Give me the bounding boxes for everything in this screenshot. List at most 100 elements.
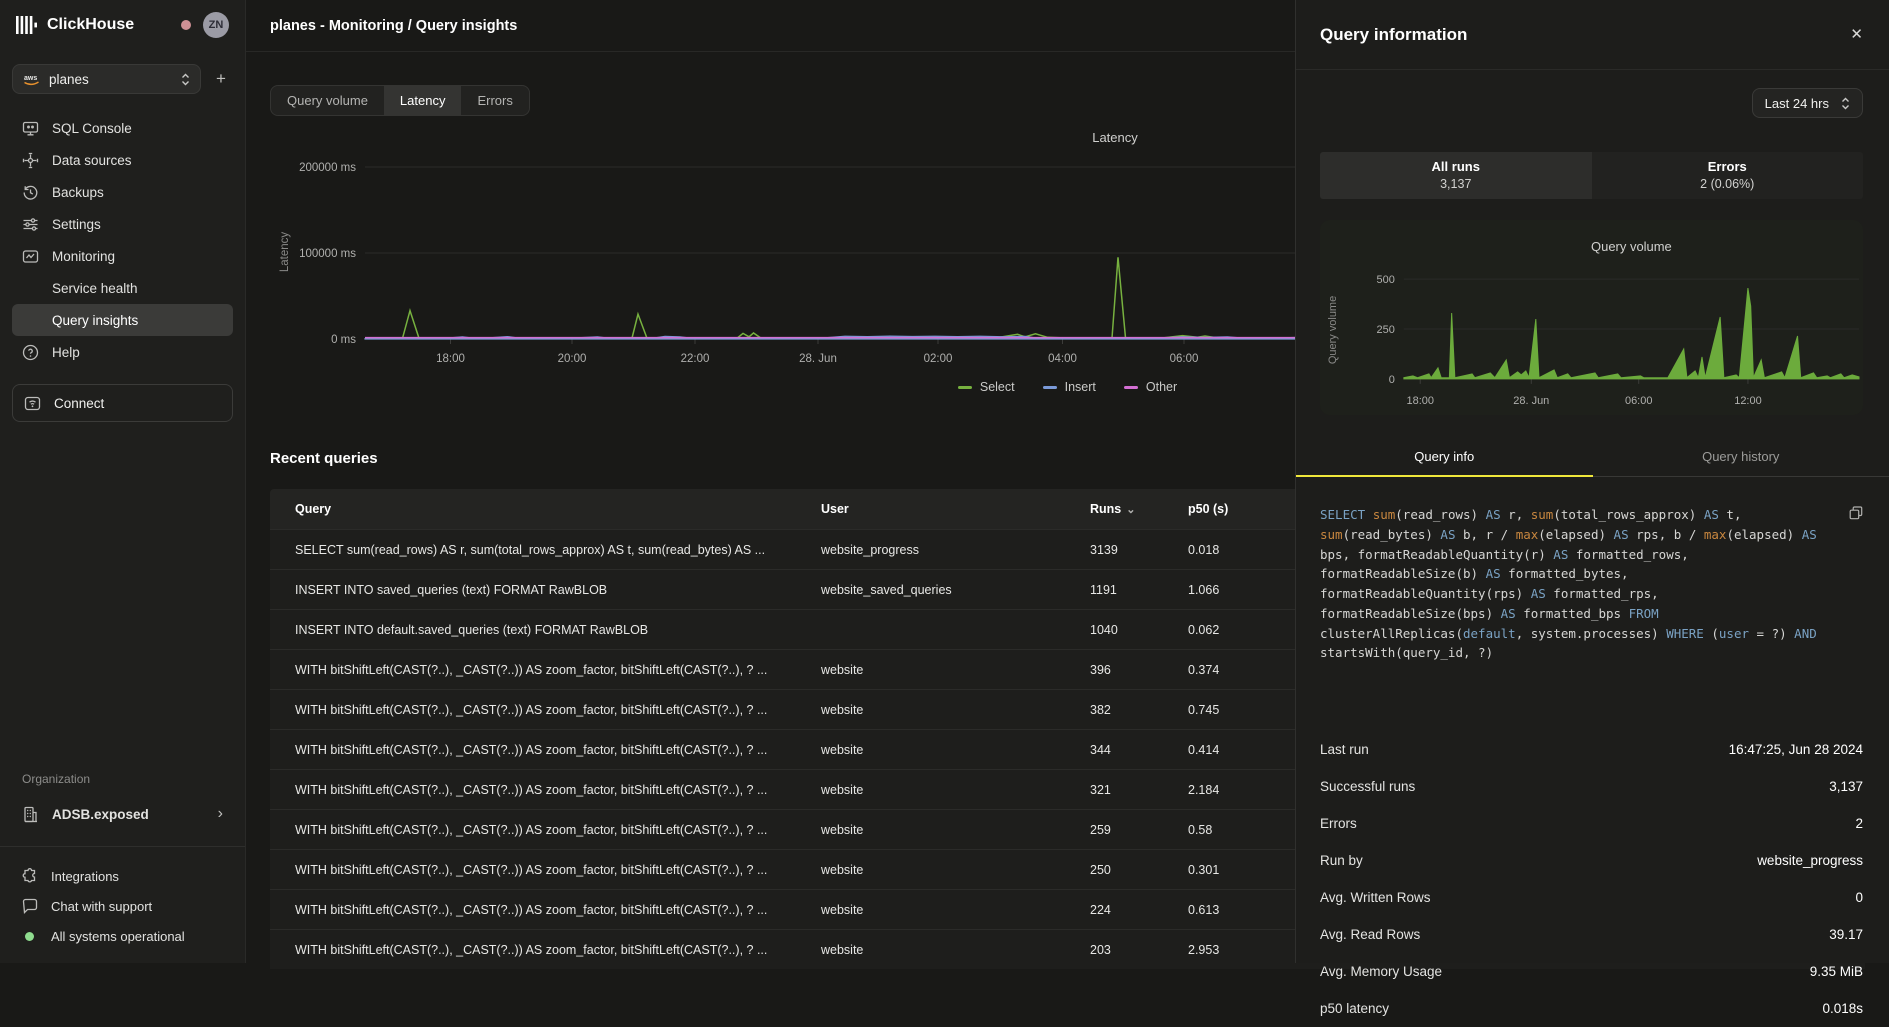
legend-item[interactable]: Select bbox=[958, 380, 1015, 394]
backups-icon bbox=[22, 184, 39, 201]
cell-runs: 396 bbox=[1065, 663, 1163, 677]
sidebar-item-settings[interactable]: Settings bbox=[12, 208, 233, 240]
cell-user: website bbox=[796, 903, 1065, 917]
organization-item[interactable]: ADSB.exposed › bbox=[12, 796, 233, 832]
close-icon[interactable]: ✕ bbox=[1850, 27, 1863, 42]
cell-runs: 203 bbox=[1065, 943, 1163, 957]
tab-query-info[interactable]: Query info bbox=[1296, 439, 1593, 476]
sidebar-item-backups[interactable]: Backups bbox=[12, 176, 233, 208]
stat-label: Avg. Read Rows bbox=[1320, 927, 1420, 942]
tab-errors[interactable]: Errors bbox=[461, 86, 528, 115]
sidebar-item-label: Data sources bbox=[52, 153, 132, 168]
stat-value: 9.35 MiB bbox=[1810, 964, 1863, 979]
stat-row: Avg. Memory Usage 9.35 MiB bbox=[1320, 953, 1863, 990]
notification-dot-icon[interactable] bbox=[181, 20, 191, 30]
stat-row: p50 latency 0.018s bbox=[1320, 990, 1863, 1027]
col-header-user[interactable]: User bbox=[796, 502, 1065, 516]
svg-text:Latency: Latency bbox=[1092, 130, 1138, 145]
tab-latency[interactable]: Latency bbox=[384, 86, 462, 115]
svg-text:28. Jun: 28. Jun bbox=[1513, 395, 1549, 407]
copy-icon[interactable] bbox=[1849, 506, 1863, 520]
sidebar-item-sql-console[interactable]: SQL Console bbox=[12, 112, 233, 144]
organization-section-label: Organization bbox=[12, 772, 233, 786]
col-header-query[interactable]: Query bbox=[270, 502, 796, 516]
col-header-runs[interactable]: Runs⌄ bbox=[1065, 502, 1163, 516]
sql-code-block: SELECT sum(read_rows) AS r, sum(total_ro… bbox=[1320, 505, 1863, 663]
cell-user: website bbox=[796, 823, 1065, 837]
service-name: planes bbox=[49, 72, 89, 87]
cell-user: website bbox=[796, 943, 1065, 957]
cell-runs: 259 bbox=[1065, 823, 1163, 837]
col-header-p50[interactable]: p50 (s) bbox=[1163, 502, 1272, 516]
cell-query: SELECT sum(read_rows) AS r, sum(total_ro… bbox=[270, 543, 796, 557]
cell-runs: 382 bbox=[1065, 703, 1163, 717]
query-information-panel: Query information ✕ Last 24 hrs All runs… bbox=[1295, 0, 1889, 963]
stat-value: 0.018s bbox=[1822, 1001, 1863, 1016]
time-range-select[interactable]: Last 24 hrs bbox=[1752, 88, 1863, 118]
stat-label: Run by bbox=[1320, 853, 1363, 868]
brand-name: ClickHouse bbox=[47, 16, 134, 34]
cell-user: website bbox=[796, 743, 1065, 757]
svg-text:28. Jun: 28. Jun bbox=[799, 353, 837, 365]
cell-user: website_saved_queries bbox=[796, 583, 1065, 597]
cell-runs: 224 bbox=[1065, 903, 1163, 917]
stat-label: Successful runs bbox=[1320, 779, 1415, 794]
legend-item[interactable]: Insert bbox=[1043, 380, 1096, 394]
stat-label: Last run bbox=[1320, 742, 1369, 757]
svg-text:22:00: 22:00 bbox=[681, 353, 710, 365]
sort-desc-icon: ⌄ bbox=[1126, 504, 1135, 516]
add-service-button[interactable]: + bbox=[209, 69, 233, 89]
service-row: aws planes + bbox=[12, 64, 233, 94]
svg-text:250: 250 bbox=[1377, 324, 1395, 336]
legend-label: Select bbox=[980, 380, 1015, 394]
clickhouse-logo-icon bbox=[16, 16, 38, 34]
avatar[interactable]: ZN bbox=[203, 12, 229, 38]
cell-p50: 2.184 bbox=[1163, 783, 1272, 797]
time-range-value: Last 24 hrs bbox=[1765, 96, 1829, 111]
cell-query: WITH bitShiftLeft(CAST(?..), _CAST(?..))… bbox=[270, 663, 796, 677]
sql-console-icon bbox=[22, 120, 39, 137]
legend-label: Insert bbox=[1065, 380, 1096, 394]
svg-text:0: 0 bbox=[1389, 374, 1395, 386]
sidebar-item-help[interactable]: Help bbox=[12, 336, 233, 368]
organization-name: ADSB.exposed bbox=[52, 807, 149, 822]
svg-text:Query volume: Query volume bbox=[1591, 239, 1672, 254]
tab-query-volume[interactable]: Query volume bbox=[271, 86, 384, 115]
sidebar-item-label: Settings bbox=[52, 217, 101, 232]
stat-row: Last run 16:47:25, Jun 28 2024 bbox=[1320, 731, 1863, 768]
sidebar-item-monitoring[interactable]: Monitoring bbox=[12, 240, 233, 272]
cell-query: INSERT INTO saved_queries (text) FORMAT … bbox=[270, 583, 796, 597]
tab-query-history[interactable]: Query history bbox=[1593, 439, 1889, 476]
query-volume-chart[interactable]: Query volumeQuery volume025050018:0028. … bbox=[1320, 220, 1863, 415]
panel-header: Query information ✕ bbox=[1296, 0, 1889, 70]
svg-text:0 ms: 0 ms bbox=[331, 334, 356, 346]
help-icon bbox=[22, 344, 39, 361]
toggle-errors[interactable]: Errors 2 (0.06%) bbox=[1592, 152, 1864, 199]
legend-item[interactable]: Other bbox=[1124, 380, 1177, 394]
stat-value: 16:47:25, Jun 28 2024 bbox=[1729, 742, 1863, 757]
cell-query: WITH bitShiftLeft(CAST(?..), _CAST(?..))… bbox=[270, 743, 796, 757]
sidebar-item-integrations[interactable]: Integrations bbox=[12, 861, 233, 891]
cell-user: website bbox=[796, 703, 1065, 717]
status-ok-dot-icon bbox=[25, 932, 34, 941]
toggle-all-runs[interactable]: All runs 3,137 bbox=[1320, 152, 1592, 199]
sidebar-item-data-sources[interactable]: Data sources bbox=[12, 144, 233, 176]
chevron-updown-icon bbox=[181, 73, 190, 86]
sidebar-item-service-health[interactable]: Service health bbox=[12, 272, 233, 304]
system-status-item[interactable]: All systems operational bbox=[12, 921, 233, 951]
svg-text:20:00: 20:00 bbox=[558, 353, 587, 365]
connect-icon bbox=[24, 395, 41, 412]
svg-text:12:00: 12:00 bbox=[1734, 395, 1761, 407]
svg-text:Latency: Latency bbox=[279, 232, 291, 273]
sidebar-item-label: Backups bbox=[52, 185, 104, 200]
all-runs-label: All runs bbox=[1320, 159, 1592, 174]
cell-p50: 0.414 bbox=[1163, 743, 1272, 757]
cell-query: WITH bitShiftLeft(CAST(?..), _CAST(?..))… bbox=[270, 863, 796, 877]
service-selector[interactable]: aws planes bbox=[12, 64, 201, 94]
sidebar-item-query-insights[interactable]: Query insights bbox=[12, 304, 233, 336]
sidebar-item-chat-support[interactable]: Chat with support bbox=[12, 891, 233, 921]
chart-tabbar: Query volume Latency Errors bbox=[270, 85, 530, 116]
stat-label: p50 latency bbox=[1320, 1001, 1389, 1016]
footer-item-label: Chat with support bbox=[51, 899, 152, 914]
connect-button[interactable]: Connect bbox=[12, 384, 233, 422]
